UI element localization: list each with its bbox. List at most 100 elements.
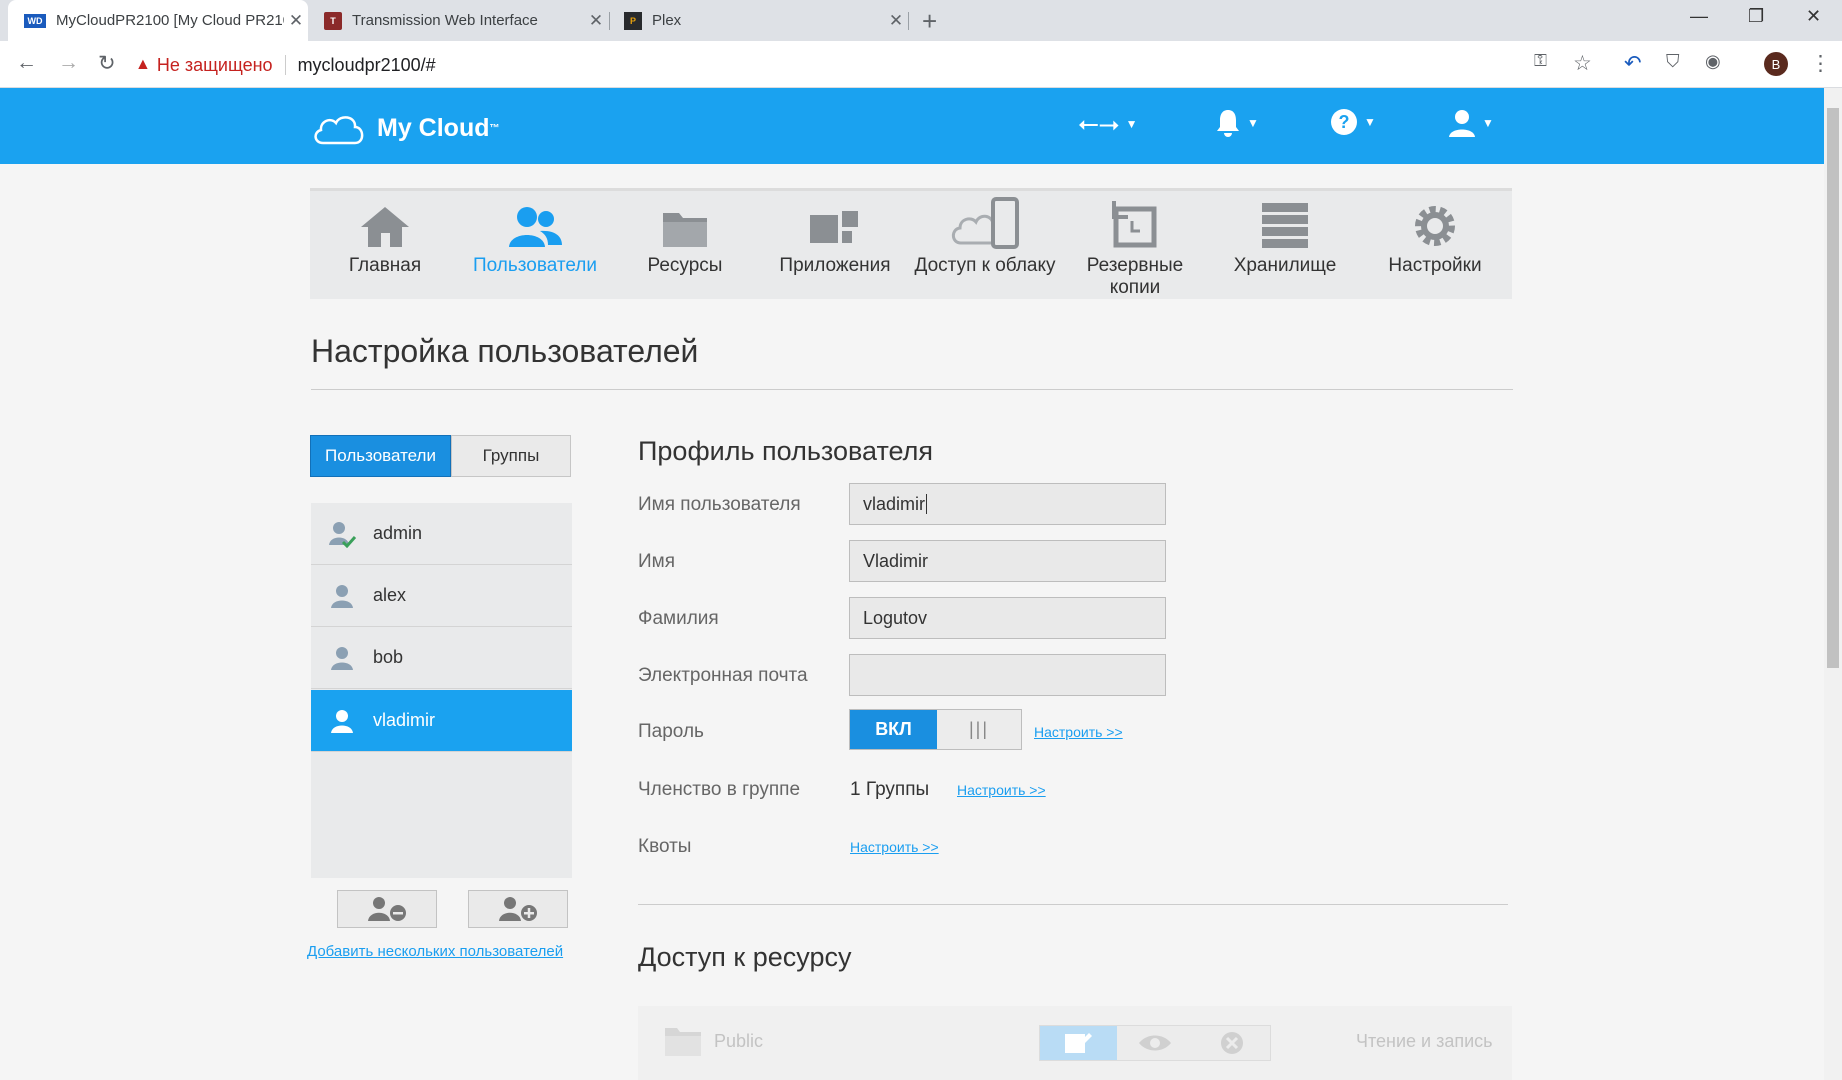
- app-header: [0, 88, 1824, 164]
- nav-cloud-access[interactable]: Доступ к облаку: [910, 191, 1060, 302]
- extension-icon[interactable]: ◉: [1705, 51, 1721, 72]
- key-icon[interactable]: ⚿: [1534, 51, 1547, 71]
- groups-tab-button[interactable]: Группы: [451, 435, 571, 477]
- help-icon: ?: [1331, 109, 1357, 135]
- undo-extension-icon[interactable]: ↶: [1624, 51, 1642, 76]
- close-tab-icon[interactable]: ✕: [284, 11, 308, 31]
- group-membership-label: Членство в группе: [638, 779, 801, 800]
- vertical-scrollbar[interactable]: [1824, 88, 1842, 1080]
- password-label: Пароль: [638, 721, 704, 742]
- user-row-admin[interactable]: admin: [311, 503, 572, 565]
- reload-icon[interactable]: ↻: [98, 51, 116, 76]
- password-on-label[interactable]: ВКЛ: [850, 710, 937, 749]
- menu-icon[interactable]: ⋮: [1810, 51, 1831, 76]
- logo-text: My Cloud: [377, 113, 490, 142]
- group-configure-link[interactable]: Настроить >>: [957, 782, 1046, 798]
- password-toggle[interactable]: ВКЛ |||: [849, 709, 1022, 750]
- pocket-icon[interactable]: ⛉: [1666, 51, 1680, 72]
- close-tab-icon[interactable]: ✕: [884, 11, 908, 31]
- tab-title: MyCloudPR2100 [My Cloud PR2100]: [56, 12, 284, 29]
- add-user-button[interactable]: [468, 890, 568, 928]
- svg-text:?: ?: [1339, 112, 1350, 132]
- user-icon: [331, 584, 353, 608]
- quota-configure-link[interactable]: Настроить >>: [850, 839, 939, 855]
- chevron-down-icon: ▼: [1125, 117, 1138, 131]
- new-tab-icon[interactable]: +: [922, 6, 937, 37]
- group-membership-value: 1 Группы: [850, 779, 930, 800]
- notifications-menu[interactable]: ▼: [1215, 108, 1259, 138]
- omnibox-separator: [284, 55, 286, 75]
- email-field[interactable]: [849, 654, 1166, 696]
- url-text[interactable]: mycloudpr2100/#: [298, 55, 436, 76]
- address-bar[interactable]: ▲ Не защищено mycloudpr2100/#: [135, 48, 1630, 82]
- tab-mycloud[interactable]: WD MyCloudPR2100 [My Cloud PR2100] ✕: [8, 0, 308, 41]
- username-label: Имя пользователя: [638, 494, 801, 515]
- close-window-icon[interactable]: ✕: [1806, 6, 1821, 27]
- profile-avatar[interactable]: B: [1764, 52, 1788, 76]
- account-menu[interactable]: ▼: [1448, 108, 1494, 138]
- nav-shares[interactable]: Ресурсы: [610, 191, 760, 302]
- nav-storage[interactable]: Хранилище: [1210, 191, 1360, 302]
- username-field[interactable]: vladimir: [849, 483, 1166, 525]
- username-value: vladimir: [863, 493, 926, 514]
- edit-icon: [1065, 1033, 1093, 1053]
- chevron-down-icon: ▼: [1247, 116, 1259, 130]
- mycloud-logo[interactable]: My Cloud ™: [311, 110, 500, 146]
- minimize-icon[interactable]: —: [1690, 6, 1708, 27]
- back-icon[interactable]: ←: [16, 51, 37, 75]
- tab-transmission[interactable]: T Transmission Web Interface ✕: [312, 0, 608, 41]
- section-divider: [638, 904, 1508, 905]
- profile-title: Профиль пользователя: [638, 436, 934, 466]
- chevron-down-icon: ▼: [1364, 115, 1376, 129]
- wd-favicon-icon: WD: [24, 13, 46, 28]
- nav-backups[interactable]: Резервные копии: [1060, 191, 1210, 302]
- last-name-field[interactable]: Logutov: [849, 597, 1166, 639]
- add-multiple-users-link[interactable]: Добавить нескольких пользователей: [307, 943, 563, 960]
- users-icon: [509, 207, 562, 247]
- bookmark-star-icon[interactable]: ☆: [1573, 51, 1592, 76]
- tab-separator: [908, 12, 909, 30]
- last-name-value: Logutov: [863, 607, 928, 628]
- transmission-favicon-icon: T: [324, 11, 342, 30]
- remove-user-button[interactable]: [337, 890, 437, 928]
- nav-settings[interactable]: Настройки: [1360, 191, 1510, 302]
- help-menu[interactable]: ? ▼: [1330, 108, 1376, 136]
- plex-favicon-icon: P: [624, 11, 642, 30]
- nav-home[interactable]: Главная: [310, 191, 460, 302]
- main-nav: Главная Пользователи Ресурсы Приложения …: [310, 188, 1512, 299]
- password-configure-link[interactable]: Настроить >>: [1034, 724, 1123, 740]
- toggle-grip[interactable]: |||: [937, 710, 1021, 749]
- scrollbar-thumb[interactable]: [1827, 108, 1839, 668]
- forward-icon[interactable]: →: [58, 51, 79, 75]
- read-only-option[interactable]: [1116, 1026, 1194, 1060]
- nav-label: Ресурсы: [647, 255, 723, 276]
- tab-plex[interactable]: P Plex ✕: [612, 0, 908, 41]
- nav-label: Приложения: [779, 255, 891, 276]
- restore-icon[interactable]: ❐: [1748, 6, 1764, 27]
- gear-icon: [1415, 206, 1455, 246]
- user-name: alex: [373, 585, 407, 605]
- user-row-bob[interactable]: bob: [311, 627, 572, 689]
- nav-apps[interactable]: Приложения: [760, 191, 910, 302]
- user-name: vladimir: [373, 710, 436, 730]
- nav-label: Резервные копии: [1086, 255, 1184, 298]
- browser-tab-bar: WD MyCloudPR2100 [My Cloud PR2100] ✕ T T…: [0, 0, 1842, 41]
- bell-icon: [1217, 110, 1239, 137]
- admin-user-icon: [329, 521, 356, 548]
- user-list: admin alex bob vladimir: [311, 503, 572, 878]
- user-row-alex[interactable]: alex: [311, 565, 572, 627]
- nav-label: Пользователи: [472, 255, 597, 276]
- users-tab-button[interactable]: Пользователи: [310, 435, 451, 477]
- backup-icon: [1112, 201, 1157, 248]
- first-name-field[interactable]: Vladimir: [849, 540, 1166, 582]
- warning-icon: ▲: [135, 56, 151, 73]
- close-tab-icon[interactable]: ✕: [584, 11, 608, 31]
- user-name: bob: [373, 647, 404, 667]
- usb-menu[interactable]: ⭠⭢ ▼: [1078, 108, 1138, 140]
- nav-users[interactable]: Пользователи: [460, 191, 610, 302]
- deny-access-option[interactable]: [1193, 1026, 1271, 1060]
- cloud-icon: [314, 116, 364, 145]
- read-write-option[interactable]: [1040, 1026, 1117, 1060]
- permission-selector[interactable]: [1039, 1025, 1271, 1061]
- user-row-vladimir[interactable]: vladimir: [311, 690, 572, 752]
